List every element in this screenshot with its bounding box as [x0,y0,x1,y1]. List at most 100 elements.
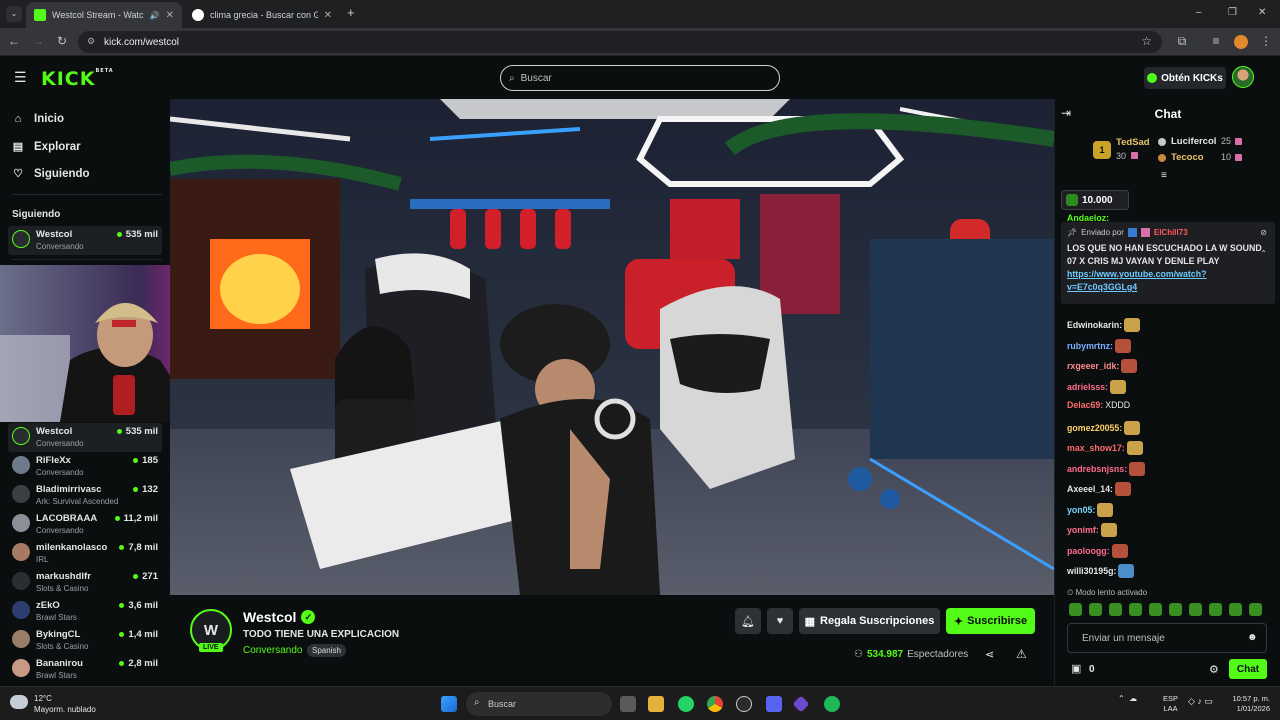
nav-browse[interactable]: ▤ Explorar [12,140,81,154]
emote-icon[interactable] [1069,603,1082,616]
chat-username[interactable]: Delac69: [1067,400,1103,410]
user-avatar[interactable] [1232,66,1254,88]
chrome-icon[interactable] [707,696,723,712]
subscribe-button[interactable]: ✦ Suscribirse [946,608,1035,634]
unpin-icon[interactable]: ⊘ [1260,228,1267,237]
follow-heart-button[interactable]: ♥ [767,608,793,634]
close-tab-icon[interactable]: ✕ [166,10,174,21]
weather-widget[interactable]: 12°C Mayorm. nublado [10,693,96,715]
emoji-picker-icon[interactable]: ☻ [1247,632,1258,643]
reading-list-icon[interactable]: ≡ [1208,34,1224,48]
site-info-icon[interactable]: ⚙ [87,36,95,47]
taskbar-search[interactable]: ⌕ Buscar [466,692,612,716]
task-view-icon[interactable] [620,696,636,712]
chat-username[interactable]: willi30195g: [1067,566,1116,576]
language-indicator[interactable]: ESP LAA [1163,694,1178,714]
streamer-name[interactable]: Westcol ✓ [243,609,316,625]
emote-icon[interactable] [1169,603,1182,616]
emote-icon[interactable] [1089,603,1102,616]
sidebar-channel[interactable]: zEkO Brawl Stars 3,6 mil [8,597,162,626]
kicks-gift-badge[interactable]: 10.000 [1061,190,1129,210]
chat-username[interactable]: gomez20055: [1067,423,1122,433]
chat-settings-icon[interactable]: ⚙ [1209,663,1219,676]
clock[interactable]: 10:57 p. m. 1/01/2026 [1228,694,1270,714]
sidebar-channel-westcol-top[interactable]: Westcol Conversando 535 mil [8,226,162,255]
reload-icon[interactable]: ↻ [54,34,70,48]
pinned-message-link[interactable]: https://www.youtube.com/watch?v=E7c0q3GG… [1067,269,1206,292]
steam-icon[interactable] [736,696,752,712]
send-chat-button[interactable]: Chat [1229,659,1267,679]
discord-icon[interactable] [766,696,782,712]
notification-bell-button[interactable]: 🔔︎ [735,608,761,634]
maximize-button[interactable]: ❐ [1228,7,1237,18]
chat-username[interactable]: rxgeeer_idk: [1067,361,1119,371]
new-tab-button[interactable]: + [347,5,355,20]
kick-logo[interactable]: KICKBETA [41,68,114,90]
sidebar-channel[interactable]: Westcol Conversando 535 mil [8,423,162,452]
stream-category-link[interactable]: Conversando [243,645,302,656]
sidebar-channel[interactable]: BykingCL Slots & Casino 1,4 mil [8,626,162,655]
browser-menu-icon[interactable]: ⋮ [1258,34,1274,48]
chat-username[interactable]: rubymrtnz: [1067,341,1113,351]
search-input[interactable]: ⌕ Buscar [500,65,780,91]
gift-subs-button[interactable]: ▦ Regala Suscripciones [799,608,940,634]
gift-box-icon[interactable]: ▣ [1071,662,1081,675]
collapse-pin-icon[interactable]: ⌃ [1260,249,1267,258]
sidebar-channel[interactable]: Bladimirrivasc Ark: Survival Ascended 13… [8,481,162,510]
emote-icon[interactable] [1229,603,1242,616]
nav-home[interactable]: ⌂ Inicio [12,113,64,125]
leaderboard-user[interactable]: TedSad [1116,137,1150,148]
minimize-button[interactable]: – [1196,7,1202,18]
emote-icon[interactable] [1149,603,1162,616]
chat-username[interactable]: yonimf: [1067,525,1099,535]
leaderboard-user[interactable]: Lucifercol [1171,136,1216,147]
back-icon[interactable]: ← [6,34,22,48]
get-kicks-button[interactable]: Obtén KICKs [1144,67,1226,89]
chat-message-input[interactable]: Enviar un mensaje [1067,623,1267,653]
chat-username[interactable]: paoloogg: [1067,546,1110,556]
emote-icon[interactable] [1129,603,1142,616]
chat-username[interactable]: andrebsnjsns: [1067,464,1127,474]
chat-username[interactable]: Edwinokarin: [1067,320,1122,330]
whatsapp-icon[interactable] [678,696,694,712]
chat-username[interactable]: max_show17: [1067,443,1125,453]
sidebar-channel[interactable]: Bananirou Brawl Stars 2,8 mil [8,655,162,684]
spotify-icon[interactable] [824,696,840,712]
chat-username[interactable]: adrielsss: [1067,382,1108,392]
system-tray[interactable]: ⌃ ☁ [1118,694,1137,703]
sidebar-channel[interactable]: LACOBRAAA Conversando 11,2 mil [8,510,162,539]
forward-icon[interactable]: → [30,34,46,48]
leaderboard-count: 25 [1221,136,1232,146]
chat-username[interactable]: yon05: [1067,505,1095,515]
audio-icon[interactable]: 🔊 [150,11,160,20]
language-tag[interactable]: Spanish [307,644,346,657]
tab-google[interactable]: clima grecia - Buscar con Google ✕ [184,2,340,28]
expand-leaderboard-icon[interactable]: ≡ [1161,170,1167,181]
network-icon[interactable]: ◇ ♪ ▭ [1188,696,1213,707]
tab-westcol[interactable]: Westcol Stream - Watch Live 🔊 ✕ [26,2,182,28]
sidebar-channel[interactable]: markushdlfr Slots & Casino 271 [8,568,162,597]
close-window-button[interactable]: ✕ [1258,7,1266,18]
emote-icon[interactable] [1109,603,1122,616]
leaderboard-user[interactable]: Tecoco [1171,152,1204,163]
tab-search-dropdown[interactable]: ⌄ [6,6,22,22]
emote-icon[interactable] [1189,603,1202,616]
menu-icon[interactable]: ☰ [14,69,27,86]
extensions-icon[interactable]: ⧉ [1174,34,1190,49]
windows-start-icon[interactable] [441,696,457,712]
report-warning-icon[interactable]: ⚠ [1016,647,1027,661]
share-icon[interactable]: ⋖ [985,648,994,661]
bookmark-star-icon[interactable]: ☆ [1141,34,1152,48]
app-icon[interactable] [792,695,810,713]
nav-following[interactable]: ♡ Siguiendo [12,167,90,181]
close-tab-icon[interactable]: ✕ [324,10,332,21]
profile-avatar[interactable] [1234,35,1248,49]
video-player[interactable] [170,99,1054,595]
chat-username[interactable]: Axeeel_14: [1067,484,1113,494]
emote-icon[interactable] [1249,603,1262,616]
url-bar[interactable]: ⚙ kick.com/westcol ☆ [78,31,1162,53]
emote-icon[interactable] [1209,603,1222,616]
file-explorer-icon[interactable] [648,696,664,712]
sidebar-channel[interactable]: milenkanolasco IRL 7,8 mil [8,539,162,568]
sidebar-channel[interactable]: RiFleXx Conversando 185 [8,452,162,481]
